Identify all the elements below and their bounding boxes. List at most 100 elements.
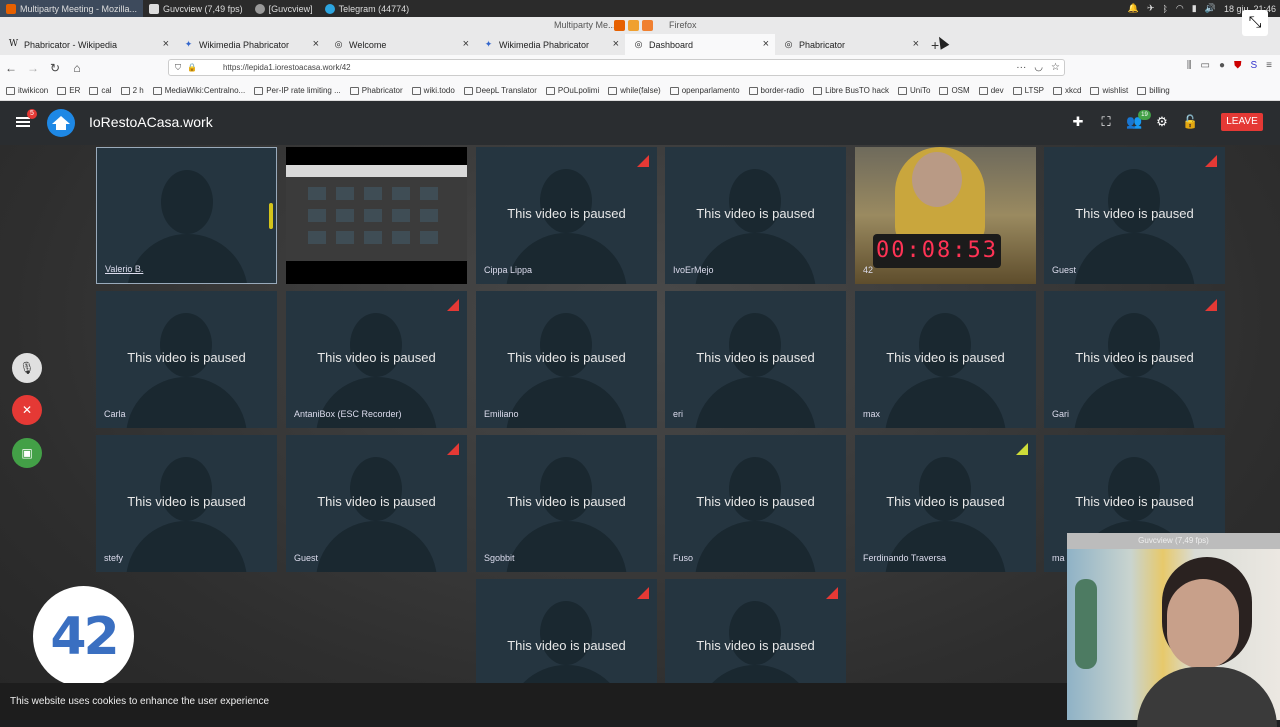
bookmark-item[interactable]: ER (57, 86, 80, 95)
puzzle-icon[interactable]: ✚ (1070, 114, 1086, 130)
bookmark-item[interactable]: Libre BusTO hack (813, 86, 889, 95)
extension-icon[interactable]: S (1250, 60, 1257, 71)
tab-welcome[interactable]: ◎ Welcome × (325, 34, 475, 55)
tab-phabricator-wikipedia[interactable]: W Phabricator - Wikipedia × (0, 34, 175, 55)
reload-icon[interactable]: ↻ (44, 61, 66, 75)
video-off-button[interactable]: ✕ (12, 395, 42, 425)
lock-icon[interactable]: 🔓 (1182, 114, 1198, 130)
url-bar[interactable]: ⛉ 🔒 https://lepida1.iorestoacasa.work/42… (168, 59, 1065, 76)
connection-quality-icon[interactable] (447, 299, 459, 311)
tab-phabricator[interactable]: ◎ Phabricator × (775, 34, 925, 55)
bookmark-item[interactable]: border-radio (748, 86, 804, 95)
connection-quality-icon[interactable] (637, 587, 649, 599)
close-tab-icon[interactable]: × (313, 38, 319, 50)
lock-icon[interactable]: 🔒 (187, 63, 197, 72)
menu-icon[interactable]: ≡ (1266, 60, 1272, 71)
taskbar-item-guvcview-2[interactable]: [Guvcview] (249, 0, 319, 17)
home-icon[interactable]: ⌂ (66, 61, 88, 75)
bookmark-item[interactable]: LTSP (1012, 86, 1044, 95)
bookmark-item[interactable]: Per-IP rate limiting ... (254, 86, 341, 95)
participant-tile[interactable]: This video is paused Guest (286, 435, 467, 572)
star-icon[interactable]: ☆ (1051, 62, 1060, 73)
participant-tile[interactable]: This video is paused Guest (1044, 147, 1225, 284)
tab-label: Welcome (349, 39, 387, 50)
bookmark-item[interactable]: OSM (939, 86, 970, 95)
bookmark-item[interactable]: POuLpolimi (545, 86, 599, 95)
bookmark-item[interactable]: Phabricator (349, 86, 403, 95)
avatar-silhouette-body (695, 377, 816, 428)
firefox-title-bar: Multiparty Me... Firefox (0, 17, 1280, 34)
participant-tile[interactable]: This video is paused IvoErMejo (665, 147, 846, 284)
taskbar-item-telegram[interactable]: Telegram (44774) (319, 0, 416, 17)
exit-fullscreen-icon[interactable]: ⤡ (1242, 10, 1268, 36)
firefox-icon (614, 20, 625, 31)
pocket-icon[interactable]: ◡ (1034, 62, 1043, 73)
bookmark-item[interactable]: billing (1137, 86, 1170, 95)
bookmark-item[interactable]: UniTo (898, 86, 930, 95)
tab-wikimedia-phabricator-2[interactable]: ✦ Wikimedia Phabricator × (475, 34, 625, 55)
microphone-button[interactable]: 🎙 (12, 353, 42, 383)
close-tab-icon[interactable]: × (613, 38, 619, 50)
bookmark-item[interactable]: 2 h (120, 86, 144, 95)
close-tab-icon[interactable]: × (163, 38, 169, 50)
battery-icon[interactable]: ▮ (1192, 3, 1197, 14)
url-text[interactable]: https://lepida1.iorestoacasa.work/42 (223, 63, 351, 72)
folder-icon (748, 86, 758, 95)
bell-icon[interactable]: 🔔 (1128, 3, 1139, 14)
gear-icon[interactable]: ⚙ (1154, 114, 1170, 130)
participant-tile[interactable]: Valerio B. (96, 147, 277, 284)
taskbar-item-guvcview[interactable]: Guvcview (7,49 fps) (143, 0, 249, 17)
bookmark-item[interactable]: MediaWiki:Centralno... (152, 86, 245, 95)
participant-tile[interactable]: This video is paused AntaniBox (ESC Recor… (286, 291, 467, 428)
bookmark-item[interactable]: wiki.todo (411, 86, 455, 95)
forward-icon[interactable]: → (22, 61, 44, 75)
participant-tile[interactable] (286, 147, 467, 284)
account-icon[interactable]: ● (1219, 60, 1225, 71)
shield-icon[interactable]: ⛉ (175, 63, 181, 73)
guvcview-window[interactable]: Guvcview (7,49 fps) (1067, 533, 1280, 727)
leave-button[interactable]: LEAVE (1221, 113, 1263, 131)
participant-tile[interactable]: This video is paused Ferdinando Traversa (855, 435, 1036, 572)
participant-tile[interactable]: This video is paused Emiliano (476, 291, 657, 428)
fullscreen-icon[interactable]: ⛶ (1098, 114, 1114, 130)
close-tab-icon[interactable]: × (913, 38, 919, 50)
ublock-icon[interactable]: ⛊ (1234, 60, 1242, 71)
bluetooth-icon[interactable]: ᛒ (1163, 4, 1168, 14)
telegram-tray-icon[interactable]: ✈ (1147, 3, 1155, 14)
connection-quality-icon[interactable] (826, 587, 838, 599)
tab-wikimedia-phabricator[interactable]: ✦ Wikimedia Phabricator × (175, 34, 325, 55)
bookmark-item[interactable]: dev (978, 86, 1004, 95)
bookmark-item[interactable]: wishlist (1090, 86, 1128, 95)
bookmark-item[interactable]: xkcd (1053, 86, 1081, 95)
participant-tile[interactable]: This video is paused stefy (96, 435, 277, 572)
back-icon[interactable]: ← (0, 61, 22, 75)
connection-quality-icon[interactable] (1016, 443, 1028, 455)
participant-tile[interactable]: This video is paused eri (665, 291, 846, 428)
bookmark-item[interactable]: openparlamento (669, 86, 740, 95)
wifi-icon[interactable]: ◠ (1176, 3, 1184, 14)
participant-tile[interactable]: This video is paused Sgobbit (476, 435, 657, 572)
close-tab-icon[interactable]: × (763, 38, 769, 50)
screenshare-button[interactable]: ▣ (12, 438, 42, 468)
library-icon[interactable]: ⫼ (1187, 60, 1192, 71)
participant-tile[interactable]: This video is paused max (855, 291, 1036, 428)
connection-quality-icon[interactable] (1205, 299, 1217, 311)
more-icon[interactable]: ··· (1016, 62, 1026, 73)
participant-tile[interactable]: This video is paused Carla (96, 291, 277, 428)
connection-quality-icon[interactable] (637, 155, 649, 167)
participant-tile[interactable]: This video is paused Fuso (665, 435, 846, 572)
participant-tile[interactable]: This video is paused Gari (1044, 291, 1225, 428)
tab-dashboard[interactable]: ◎ Dashboard × (625, 34, 775, 55)
bookmark-item[interactable]: while(false) (608, 86, 661, 95)
sidebar-icon[interactable]: ▭ (1200, 60, 1209, 71)
participant-tile[interactable]: 00:08:53 42 (855, 147, 1036, 284)
volume-icon[interactable]: 🔊 (1205, 3, 1216, 14)
close-tab-icon[interactable]: × (463, 38, 469, 50)
bookmark-item[interactable]: DeepL Translator (463, 86, 537, 95)
participant-tile[interactable]: This video is paused Cippa Lippa (476, 147, 657, 284)
bookmark-item[interactable]: cal (89, 86, 112, 95)
bookmark-item[interactable]: itwikicon (6, 86, 48, 95)
connection-quality-icon[interactable] (1205, 155, 1217, 167)
connection-quality-icon[interactable] (447, 443, 459, 455)
taskbar-item-firefox[interactable]: Multiparty Meeting - Mozilla... (0, 0, 144, 17)
